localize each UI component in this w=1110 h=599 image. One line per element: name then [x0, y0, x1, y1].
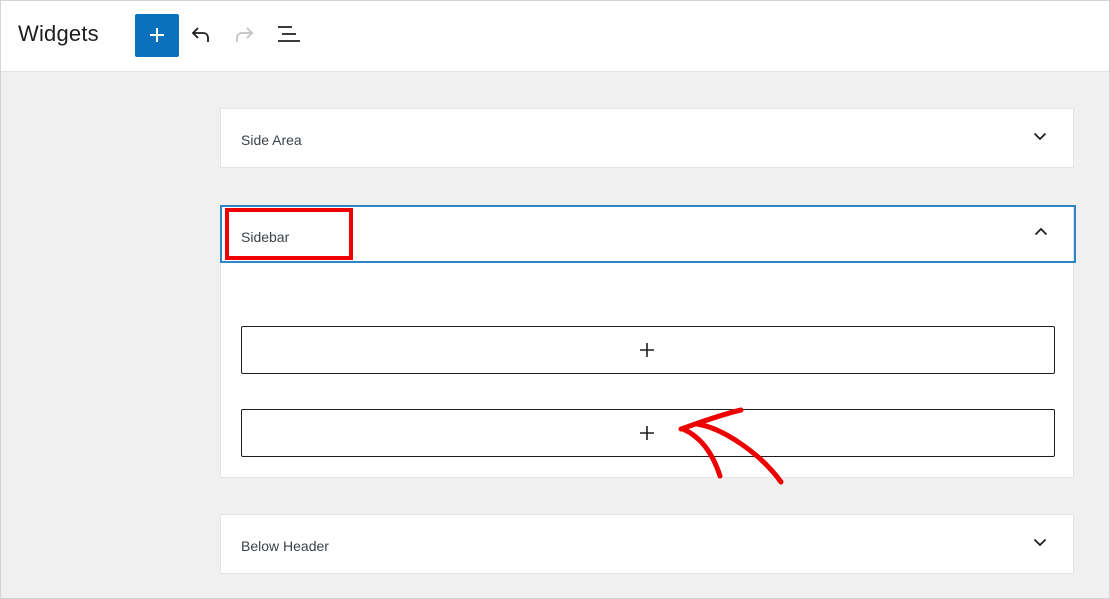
add-block-button[interactable]	[135, 14, 179, 57]
page-title: Widgets	[18, 21, 99, 46]
widget-area-side-area: Side Area	[220, 108, 1074, 168]
plus-icon	[640, 343, 654, 357]
widget-area-title: Sidebar	[241, 229, 290, 245]
chevron-down-icon	[1033, 538, 1047, 547]
widget-area-toggle-sidebar[interactable]: Sidebar	[220, 205, 1076, 263]
widgets-editor: Widgets Side Area Sidebar Below Header	[0, 0, 1110, 599]
widget-area-toggle-side-area[interactable]: Side Area	[221, 109, 1073, 167]
plus-icon	[150, 28, 164, 42]
list-view-button[interactable]	[276, 22, 302, 48]
redo-icon	[236, 27, 254, 42]
chevron-down-icon	[1033, 132, 1047, 141]
list-view-icon	[278, 26, 300, 42]
editor-header: Widgets	[1, 1, 1109, 72]
widget-area-title: Below Header	[241, 538, 329, 554]
add-block-appender[interactable]	[241, 409, 1055, 457]
undo-icon	[191, 27, 209, 42]
chevron-up-icon	[1034, 227, 1048, 236]
widget-area-toggle-below-header[interactable]: Below Header	[221, 515, 1073, 573]
redo-button[interactable]	[232, 22, 258, 48]
widget-area-sidebar: Sidebar	[220, 205, 1076, 478]
widget-area-title: Side Area	[241, 132, 302, 148]
widget-areas-canvas: Side Area Sidebar Below Header	[1, 72, 1109, 598]
add-block-appender[interactable]	[241, 326, 1055, 374]
widget-area-below-header: Below Header	[220, 514, 1074, 574]
plus-icon	[640, 426, 654, 440]
undo-button[interactable]	[189, 22, 215, 48]
